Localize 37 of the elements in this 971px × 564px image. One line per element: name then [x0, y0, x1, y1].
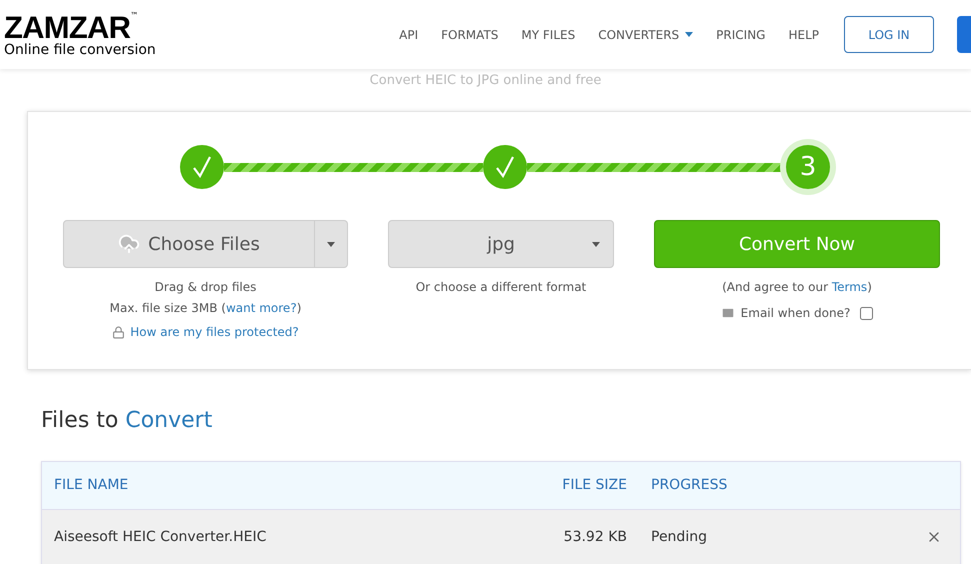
trademark-mark: ™ [130, 12, 138, 20]
cloud-upload-icon [118, 233, 140, 255]
email-checkbox[interactable] [860, 306, 874, 320]
login-button[interactable]: LOG IN [844, 16, 934, 53]
dropdown-toggle[interactable] [315, 220, 348, 268]
progress-cell-text: Pending [651, 528, 707, 546]
caret-icon [592, 242, 600, 247]
drag-drop-hint: Drag & drop files [154, 279, 256, 296]
check-icon [192, 156, 212, 178]
choose-files-button[interactable]: Choose Files [63, 220, 315, 268]
email-label: Email when done? [740, 305, 850, 322]
logo-tagline: Online file conversion [4, 43, 156, 57]
format-select[interactable]: jpg [388, 220, 614, 268]
nav-link[interactable]: MY FILES [521, 26, 576, 44]
terms-text: (And agree to our Terms) [722, 279, 872, 296]
terms-link[interactable]: Terms [832, 280, 868, 294]
protection-link[interactable]: How are my files protected? [130, 323, 299, 341]
column-header: FILE NAME [53, 476, 130, 495]
nav-link[interactable]: CONVERTERS [598, 26, 694, 44]
nav-link[interactable]: API [399, 26, 418, 44]
caret-icon [327, 242, 335, 246]
column-header: PROGRESS [651, 476, 728, 495]
nav-link[interactable]: HELP [788, 26, 819, 44]
file-size-hint: Max. file size 3MB (want more?) [110, 300, 302, 317]
check-icon [495, 156, 515, 178]
nav-link[interactable]: PRICING [716, 26, 766, 44]
lock-icon [112, 326, 126, 338]
logo-text[interactable]: ZAMZAR [4, 12, 130, 43]
format-hint: Or choose a different format [416, 279, 586, 296]
file-size-cell-text: 53.92 KB [562, 528, 627, 546]
file-name-cell-text: Aiseesoft HEIC Converter.HEIC [53, 528, 268, 546]
page-subtitle: Convert HEIC to JPG online and free [370, 72, 602, 90]
nav-link[interactable]: FORMATS [441, 26, 498, 44]
files-heading: Files to Convert [41, 407, 214, 435]
column-header: FILE SIZE [561, 476, 627, 495]
caret-icon [685, 32, 694, 37]
want-more-link[interactable]: want more? [226, 301, 297, 315]
